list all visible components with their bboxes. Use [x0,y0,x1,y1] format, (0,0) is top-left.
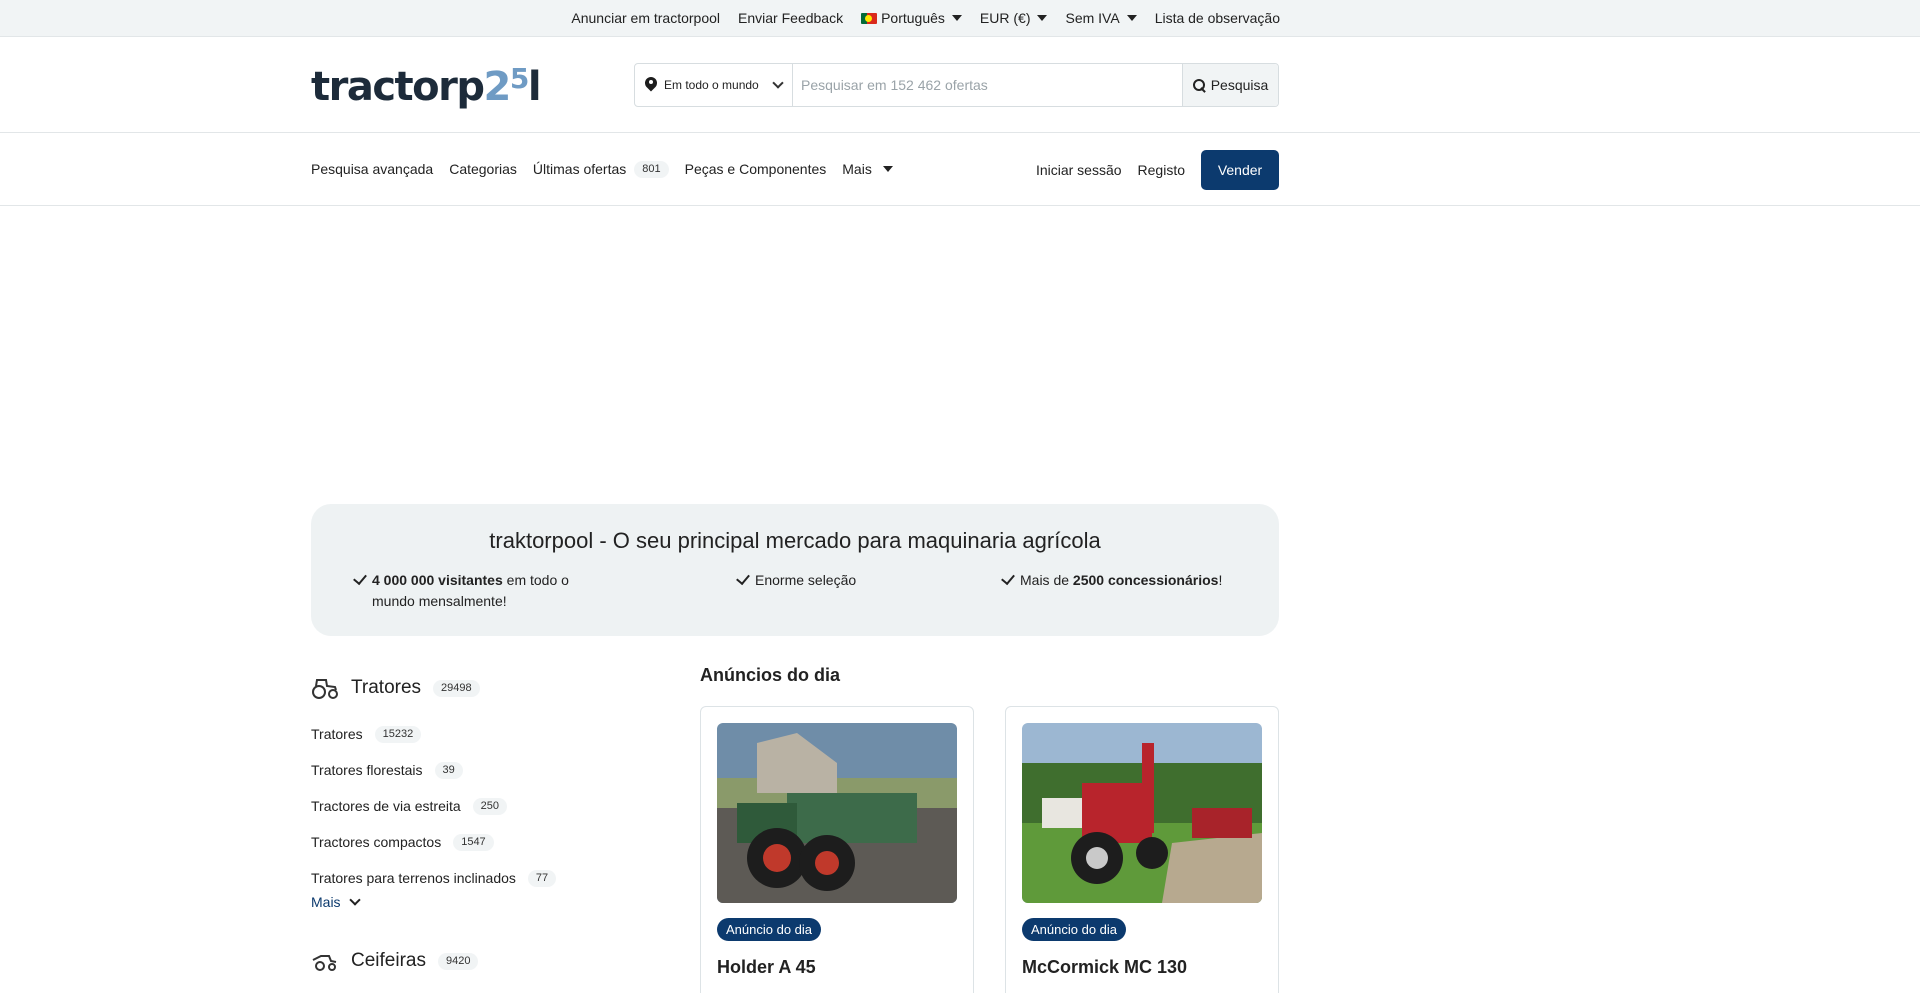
listing-title: Holder A 45 [717,957,816,977]
subcategory-count: 15232 [374,725,422,743]
currency-dropdown[interactable]: EUR (€) [980,10,1048,26]
subcategory-item[interactable]: Tratores florestais 39 [311,752,556,788]
location-pin-icon [645,77,657,93]
subcategory-label: Tractores de via estreita [311,798,461,814]
checkmark-icon [736,570,750,586]
tractor-icon [312,679,338,699]
register-link[interactable]: Registo [1138,162,1185,178]
subcategory-item[interactable]: Tratores 15232 [311,716,556,752]
category-title: Ceifeiras [351,950,426,971]
search-bar: Em todo o mundo Pesquisa [634,63,1279,107]
nav-parts[interactable]: Peças e Componentes [685,161,827,177]
currency-label: EUR (€) [979,10,1031,26]
tractor-photo-placeholder [1022,723,1262,903]
chevron-down-icon [348,894,361,906]
subcategory-count: 1547 [453,833,494,851]
subcategory-count: 77 [527,869,557,887]
subcategory-list: Tratores 15232 Tratores florestais 39 Tr… [311,716,557,896]
category-harvesters-header[interactable]: Ceifeiras 9420 [311,950,479,972]
search-button[interactable]: Pesquisa [1182,64,1278,106]
daily-ad-badge: Anúncio do dia [717,918,822,941]
caret-down-icon [1126,15,1137,21]
latest-offers-count-badge: 801 [634,160,669,178]
nav-latest-offers-label: Últimas ofertas [532,161,627,177]
hero-feature-selection: Enorme seleção [736,570,857,591]
category-count-badge: 9420 [437,952,479,970]
checkmark-icon [1001,570,1015,586]
category-tractors: Tratores 29498 Tratores 15232 Tratores f… [311,676,671,910]
subcategory-count: 39 [434,761,463,779]
subcategory-label: Tractores compactos [311,834,442,850]
language-label: Português [881,10,945,26]
vat-label: Sem IVA [1065,10,1120,26]
hero-banner: traktorpool - O seu principal mercado pa… [311,504,1279,636]
caret-down-icon [882,166,893,172]
location-label: Em todo o mundo [664,78,759,92]
daily-ad-card[interactable]: Anúncio do dia Holder A 45 [700,706,974,993]
daily-ads-title: Anúncios do dia [700,665,841,685]
listing-photo [717,723,957,903]
search-icon [1192,78,1206,92]
main-navigation: Pesquisa avançada Categorias Últimas ofe… [0,134,1920,206]
category-title: Tratores [351,677,422,698]
subcategory-item[interactable]: Tratores para terrenos inclinados 77 [311,860,557,896]
caret-down-icon [1037,15,1048,21]
checkmark-icon [353,570,367,586]
tractorpool-logo[interactable]: tractorp 2 5 l [311,61,542,110]
vat-dropdown[interactable]: Sem IVA [1065,10,1137,26]
daily-ad-badge: Anúncio do dia [1022,918,1127,941]
chevron-down-icon [772,77,784,89]
hero-feature-visitors: 4 000 000 visitantes em todo o mundo men… [353,570,586,612]
nav-more-dropdown[interactable]: Mais [842,161,893,177]
logo-text-end: l [527,64,542,110]
subcategory-item[interactable]: Tractores compactos 1547 [311,824,556,860]
logo-text: tractorp [311,64,485,110]
portugal-flag-icon [861,12,878,24]
watchlist-link[interactable]: Lista de observação [1155,10,1280,26]
listing-photo [1022,723,1262,903]
subcategory-count: 250 [472,797,508,815]
search-button-label: Pesquisa [1210,77,1269,93]
site-header: tractorp 2 5 l Em todo o mundo Pesquisa [0,37,1920,133]
nav-more-label: Mais [842,161,872,177]
listing-title: McCormick MC 130 [1022,957,1188,977]
feature-selection-text: Enorme seleção [755,572,857,588]
tractor-photo-placeholder [717,723,957,903]
category-tractors-header[interactable]: Tratores 29498 [311,676,671,700]
category-count-badge: 29498 [433,679,480,697]
more-label: Mais [311,894,341,910]
location-selector[interactable]: Em todo o mundo [635,64,793,106]
logo-accent: 2 [483,64,512,110]
harvester-icon [312,955,337,971]
category-more-toggle[interactable]: Mais [311,894,361,910]
top-utility-bar: Anunciar em tractorpool Enviar Feedback … [0,0,1920,37]
nav-advanced-search[interactable]: Pesquisa avançada [311,161,433,177]
nav-latest-offers[interactable]: Últimas ofertas 801 [532,160,669,178]
daily-ad-card[interactable]: Anúncio do dia McCormick MC 130 [1005,706,1279,993]
subcategory-item[interactable]: Tractores de via estreita 250 [311,788,556,824]
advertise-link[interactable]: Anunciar em tractorpool [571,10,720,26]
feature-dealers-bold: 2500 concessionários [1072,572,1219,588]
login-link[interactable]: Iniciar sessão [1036,162,1122,178]
feature-dealers-post: ! [1218,572,1223,588]
feedback-link[interactable]: Enviar Feedback [738,10,843,26]
feature-dealers-pre: Mais de [1020,572,1073,588]
subcategory-label: Tratores florestais [311,762,423,778]
language-dropdown[interactable]: Português [861,10,962,26]
hero-feature-dealers: Mais de 2500 concessionários! [1001,570,1223,591]
feature-visitors-bold: 4 000 000 visitantes [372,572,503,588]
caret-down-icon [951,15,962,21]
search-input[interactable] [793,64,1182,106]
subcategory-label: Tratores para terrenos inclinados [311,870,516,886]
subcategory-label: Tratores [311,726,363,742]
sell-button[interactable]: Vender [1201,150,1279,190]
logo-superscript: 5 [509,62,529,95]
nav-categories[interactable]: Categorias [449,161,517,177]
hero-title: traktorpool - O seu principal mercado pa… [489,528,1101,553]
